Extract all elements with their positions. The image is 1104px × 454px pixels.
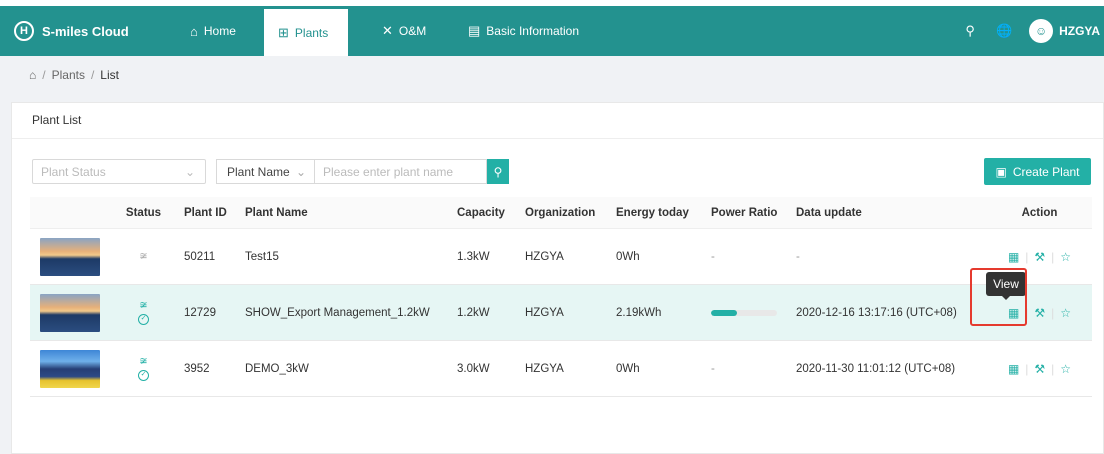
- nav-basic-information-label: Basic Information: [486, 24, 580, 38]
- plant-name[interactable]: SHOW_Export Management_1.2kW: [240, 307, 452, 319]
- plant-id: 50211: [184, 250, 216, 263]
- home-icon: ⌂: [190, 23, 198, 39]
- home-breadcrumb-icon[interactable]: ⌂: [29, 68, 36, 82]
- organization: HZGYA: [525, 250, 564, 263]
- plant-list-card: Plant List Plant Status ⌄ Plant Name ⌄ P…: [11, 102, 1104, 454]
- header-capacity[interactable]: Capacity: [452, 207, 522, 219]
- energy-today: 0Wh: [616, 362, 640, 375]
- breadcrumb-separator: /: [90, 68, 95, 82]
- nav-plants[interactable]: ⊞ Plants: [264, 9, 348, 56]
- organization: HZGYA: [525, 306, 564, 319]
- card-title: Plant List: [12, 103, 1103, 139]
- plant-id: 3952: [184, 362, 210, 375]
- nav-om-label: O&M: [398, 24, 427, 38]
- app-logo[interactable]: H S-miles Cloud: [14, 6, 129, 56]
- power-ratio-bar: [711, 309, 777, 316]
- header-energy-today[interactable]: Energy today: [614, 207, 709, 219]
- table-header: Status Plant ID Plant Name Capacity Orga…: [30, 197, 1092, 229]
- plant-table: Status Plant ID Plant Name Capacity Orga…: [30, 197, 1092, 397]
- globe-icon[interactable]: 🌐: [987, 23, 1021, 39]
- organization: HZGYA: [525, 362, 564, 375]
- header-action: Action: [1021, 206, 1058, 219]
- header-plant-id[interactable]: Plant ID: [177, 207, 240, 219]
- plant-status-placeholder: Plant Status: [41, 164, 106, 179]
- plant-name-search: Plant Name ⌄ Please enter plant name ⚲: [216, 159, 509, 184]
- chevron-down-icon: ⌄: [184, 164, 195, 179]
- logo-icon: H: [14, 21, 34, 41]
- tools-icon: ✕: [382, 23, 393, 38]
- plant-thumbnail[interactable]: [40, 293, 100, 332]
- nav-plants-label: Plants: [294, 25, 329, 40]
- plant-status-select[interactable]: Plant Status ⌄: [32, 159, 206, 184]
- header-power-ratio[interactable]: Power Ratio: [709, 207, 796, 219]
- plant-thumbnail[interactable]: [40, 237, 100, 276]
- wifi-online-icon: ≆: [139, 299, 148, 311]
- star-icon[interactable]: ☆: [1060, 250, 1071, 264]
- plant-thumbnail[interactable]: [40, 349, 100, 388]
- table-row[interactable]: ≆ ✓ 3952 DEMO_3kW 3.0kW HZGYA 0Wh - 2020…: [30, 341, 1092, 397]
- check-circle-icon: ✓: [138, 369, 149, 381]
- create-plant-icon: ▣: [995, 164, 1007, 179]
- capacity: 1.3kW: [457, 250, 490, 263]
- star-icon[interactable]: ☆: [1060, 306, 1071, 320]
- username[interactable]: HZGYA: [1059, 24, 1100, 38]
- header-organization[interactable]: Organization: [522, 207, 614, 219]
- data-update: 2020-11-30 11:01:12 (UTC+08): [796, 362, 956, 375]
- star-icon[interactable]: ☆: [1060, 362, 1071, 376]
- search-button[interactable]: ⚲: [487, 159, 509, 184]
- plant-name[interactable]: Test15: [240, 251, 452, 263]
- plant-id: 12729: [184, 306, 216, 319]
- power-ratio-fill: [711, 309, 738, 316]
- table-row[interactable]: ≆ 50211 Test15 1.3kW HZGYA 0Wh - - ▦ | ⚒ |…: [30, 229, 1092, 285]
- table-row[interactable]: ≆ ✓ 12729 SHOW_Export Management_1.2kW 1…: [30, 285, 1092, 341]
- wrench-icon[interactable]: ⚒: [1034, 362, 1045, 376]
- breadcrumb-list: List: [100, 68, 119, 82]
- document-icon: ▤: [468, 23, 481, 38]
- view-icon[interactable]: ▦: [1008, 250, 1019, 264]
- breadcrumb: ⌂ / Plants / List: [29, 68, 119, 82]
- header-data-update[interactable]: Data update: [796, 207, 987, 219]
- capacity: 3.0kW: [457, 362, 490, 375]
- data-update: 2020-12-16 13:17:16 (UTC+08): [796, 306, 957, 319]
- nav-home[interactable]: ⌂ Home: [176, 6, 250, 56]
- highlight-box: [970, 268, 1027, 326]
- wrench-icon[interactable]: ⚒: [1034, 306, 1045, 320]
- check-circle-icon: ✓: [138, 313, 149, 325]
- power-ratio: -: [711, 362, 715, 375]
- wifi-offline-icon: ≆: [139, 250, 148, 262]
- data-update: -: [796, 250, 800, 263]
- top-nav-bar: H S-miles Cloud ⌂ Home ⊞ Plants ✕ O&M ▤ …: [0, 6, 1104, 56]
- nav-basic-information[interactable]: ▤ Basic Information: [454, 6, 593, 56]
- create-plant-label: Create Plant: [1012, 164, 1080, 179]
- app-name: S-miles Cloud: [42, 23, 129, 39]
- create-plant-button[interactable]: ▣ Create Plant: [984, 158, 1091, 185]
- view-icon[interactable]: ▦: [1008, 362, 1019, 376]
- header-status[interactable]: Status: [110, 207, 177, 219]
- nav-om[interactable]: ✕ O&M: [368, 6, 440, 56]
- capacity: 1.2kW: [457, 306, 490, 319]
- plant-name[interactable]: DEMO_3kW: [240, 363, 452, 375]
- energy-today: 2.19kWh: [616, 306, 662, 319]
- power-ratio: -: [711, 250, 715, 263]
- nav-home-label: Home: [203, 24, 236, 38]
- energy-today: 0Wh: [616, 250, 640, 263]
- plant-name-input[interactable]: Please enter plant name: [314, 159, 487, 184]
- search-field-select[interactable]: Plant Name ⌄: [216, 159, 314, 184]
- breadcrumb-plants[interactable]: Plants: [52, 68, 85, 82]
- search-icon: ⚲: [493, 164, 503, 179]
- wifi-online-icon: ≆: [139, 355, 148, 367]
- chevron-down-icon: ⌄: [295, 164, 306, 179]
- breadcrumb-separator: /: [42, 68, 46, 82]
- wrench-icon[interactable]: ⚒: [1034, 250, 1045, 264]
- search-icon[interactable]: ⚲: [953, 23, 987, 39]
- avatar[interactable]: ☺: [1029, 19, 1054, 43]
- search-field-label: Plant Name: [227, 164, 290, 179]
- header-plant-name[interactable]: Plant Name: [240, 207, 452, 219]
- plants-icon: ⊞: [278, 24, 289, 40]
